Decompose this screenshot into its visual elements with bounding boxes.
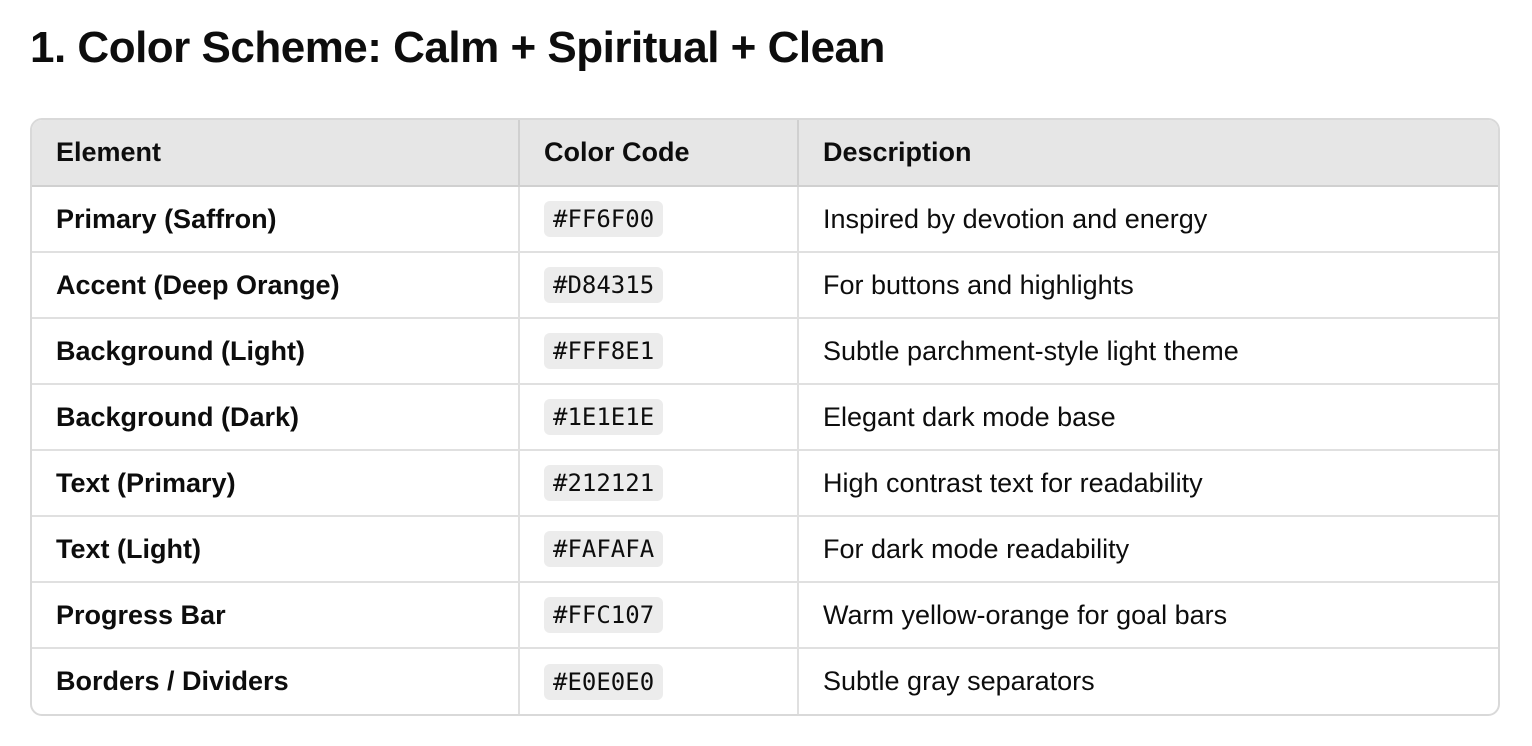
color-code: #FFC107 [544,597,664,633]
column-header-element: Element [32,120,520,187]
table-row: Text (Primary) #212121 High contrast tex… [32,450,1498,517]
color-code-cell: #D84315 [519,252,799,319]
description-cell: Elegant dark mode base [798,384,1498,451]
element-cell: Text (Primary) [32,450,520,517]
color-code-cell: #1E1E1E [519,384,799,451]
color-code: #212121 [544,465,664,501]
color-code: #FF6F00 [544,201,664,237]
table-row: Accent (Deep Orange) #D84315 For buttons… [32,252,1498,319]
table-row: Background (Light) #FFF8E1 Subtle parchm… [32,318,1498,385]
color-code-cell: #FFF8E1 [519,318,799,385]
element-cell: Primary (Saffron) [32,186,520,253]
color-code: #FFF8E1 [544,333,664,369]
element-cell: Progress Bar [32,582,520,649]
element-cell: Borders / Dividers [32,648,520,714]
color-code: #FAFAFA [544,531,664,567]
color-scheme-table: Element Color Code Description Primary (… [30,118,1500,716]
table-row: Primary (Saffron) #FF6F00 Inspired by de… [32,186,1498,253]
color-code-cell: #E0E0E0 [519,648,799,714]
color-code: #D84315 [544,267,664,303]
table-row: Progress Bar #FFC107 Warm yellow-orange … [32,582,1498,649]
description-cell: Inspired by devotion and energy [798,186,1498,253]
element-cell: Background (Light) [32,318,520,385]
color-code-cell: #FAFAFA [519,516,799,583]
element-cell: Text (Light) [32,516,520,583]
description-cell: For buttons and highlights [798,252,1498,319]
color-code-cell: #FFC107 [519,582,799,649]
table-row: Text (Light) #FAFAFA For dark mode reada… [32,516,1498,583]
table-header-row: Element Color Code Description [32,120,1498,187]
description-cell: Subtle parchment-style light theme [798,318,1498,385]
description-cell: Warm yellow-orange for goal bars [798,582,1498,649]
color-code-cell: #212121 [519,450,799,517]
element-cell: Background (Dark) [32,384,520,451]
description-cell: Subtle gray separators [823,666,1095,696]
color-code-cell: #FF6F00 [519,186,799,253]
table-row: Borders / Dividers #E0E0E0 Subtle gray s… [32,648,1498,714]
column-header-description: Description [798,120,1498,187]
description-cell: High contrast text for readability [798,450,1498,517]
description-cell: For dark mode readability [798,516,1498,583]
color-code: #1E1E1E [544,399,664,435]
page-title: 1. Color Scheme: Calm + Spiritual + Clea… [30,23,885,72]
table-row: Background (Dark) #1E1E1E Elegant dark m… [32,384,1498,451]
color-code: #E0E0E0 [544,663,664,700]
column-header-color-code: Color Code [519,120,799,187]
element-cell: Accent (Deep Orange) [32,252,520,319]
